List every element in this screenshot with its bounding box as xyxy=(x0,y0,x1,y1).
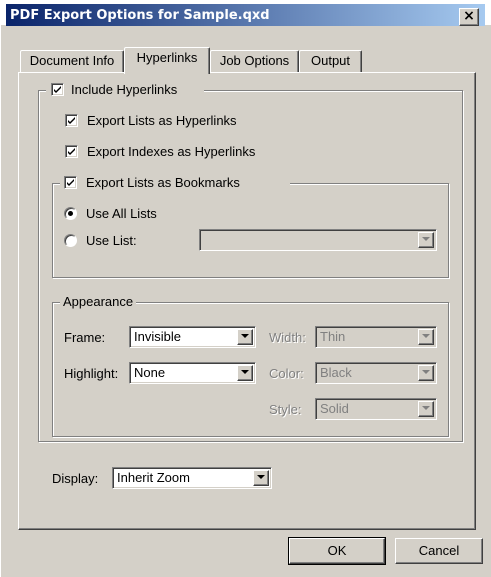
chevron-down-icon[interactable] xyxy=(237,329,253,345)
tab-output[interactable]: Output xyxy=(299,50,362,72)
tab-hyperlinks[interactable]: Hyperlinks xyxy=(124,47,210,74)
chevron-down-icon[interactable] xyxy=(418,329,434,345)
highlight-value: None xyxy=(134,365,166,380)
chevron-down-icon[interactable] xyxy=(418,365,434,381)
highlight-label: Highlight: xyxy=(64,366,119,381)
chevron-down-icon[interactable] xyxy=(253,470,269,486)
frame-label: Frame: xyxy=(64,330,106,345)
tab-job-options[interactable]: Job Options xyxy=(210,50,299,72)
export-lists-hyperlinks-checkbox[interactable] xyxy=(65,114,78,127)
color-dropdown[interactable]: Black xyxy=(315,362,437,384)
display-label: Display: xyxy=(52,471,99,486)
style-label: Style: xyxy=(269,402,302,417)
frame-value: Invisible xyxy=(134,329,181,344)
display-value: Inherit Zoom xyxy=(117,470,190,485)
tab-document-info[interactable]: Document Info xyxy=(20,50,124,72)
use-list-radio[interactable] xyxy=(64,234,77,247)
use-all-lists-label: Use All Lists xyxy=(86,206,157,221)
export-indexes-hyperlinks-label: Export Indexes as Hyperlinks xyxy=(87,144,256,159)
use-list-label: Use List: xyxy=(86,233,137,248)
chevron-down-icon[interactable] xyxy=(418,401,434,417)
width-dropdown[interactable]: Thin xyxy=(315,326,437,348)
use-all-lists-radio[interactable] xyxy=(64,207,77,220)
close-button[interactable]: × xyxy=(459,8,479,26)
highlight-dropdown[interactable]: None xyxy=(129,362,256,384)
style-value: Solid xyxy=(320,401,349,416)
appearance-header: Appearance xyxy=(60,294,137,309)
include-hyperlinks-checkbox[interactable] xyxy=(51,83,64,96)
use-list-dropdown[interactable] xyxy=(199,229,437,251)
ok-button[interactable]: OK xyxy=(288,537,386,565)
color-value: Black xyxy=(320,365,352,380)
frame-dropdown[interactable]: Invisible xyxy=(129,326,256,348)
tab-label: Job Options xyxy=(219,53,290,68)
tab-label: Document Info xyxy=(29,53,115,68)
export-lists-hyperlinks-label: Export Lists as Hyperlinks xyxy=(87,113,237,128)
radio-dot xyxy=(68,211,73,216)
include-hyperlinks-label: Include Hyperlinks xyxy=(71,82,178,97)
cancel-button[interactable]: Cancel xyxy=(395,538,483,564)
width-value: Thin xyxy=(320,329,346,344)
dialog-edge xyxy=(0,25,6,577)
color-label: Color: xyxy=(269,366,304,381)
export-lists-bookmarks-checkbox[interactable] xyxy=(64,176,77,189)
window-title: PDF Export Options for Sample.qxd xyxy=(10,8,270,23)
tab-label: Output xyxy=(310,53,351,68)
display-dropdown[interactable]: Inherit Zoom xyxy=(112,467,272,489)
style-dropdown[interactable]: Solid xyxy=(315,398,437,420)
width-label: Width: xyxy=(269,330,306,345)
export-lists-bookmarks-label: Export Lists as Bookmarks xyxy=(86,175,240,190)
chevron-down-icon[interactable] xyxy=(237,365,253,381)
tab-label: Hyperlinks xyxy=(136,50,198,65)
chevron-down-icon[interactable] xyxy=(418,232,434,248)
export-indexes-hyperlinks-checkbox[interactable] xyxy=(65,145,78,158)
